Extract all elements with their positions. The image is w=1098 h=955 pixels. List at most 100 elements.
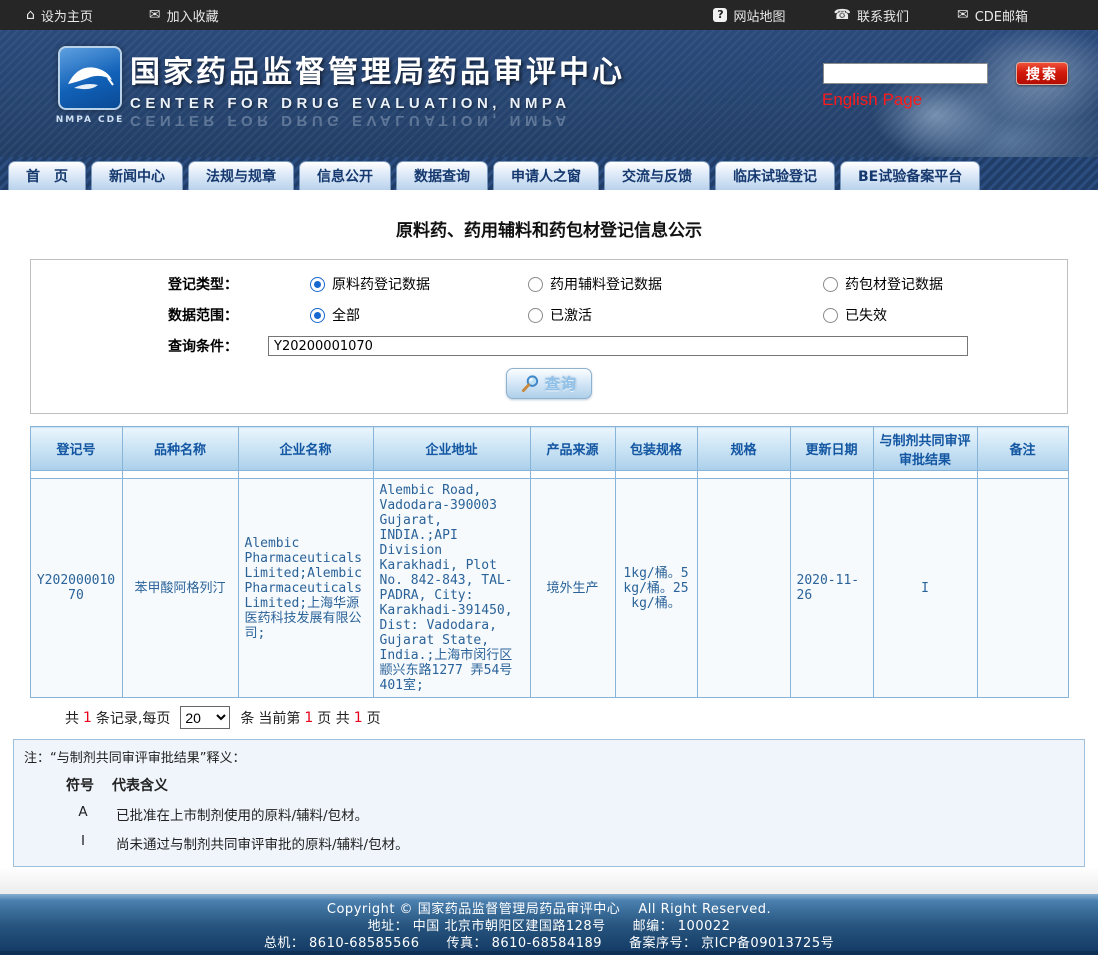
nav-tab-be-trial-platform[interactable]: BE试验备案平台 [840,161,980,190]
symbol-header: 符号 [66,775,94,795]
table-spacer-row [30,471,1068,479]
nav-tab-news[interactable]: 新闻中心 [91,161,183,190]
radio-option-excipient-data[interactable]: 药用辅料登记数据 [528,274,823,294]
legend-notes-box: 注：“与制剂共同审评审批结果”释义： 符号 代表含义 A 已批准在上市制剂使用的… [13,739,1085,867]
radio-selected-icon[interactable] [310,308,325,323]
radio-excipient-label: 药用辅料登记数据 [550,274,662,294]
topbar-right-group: ? 网站地图 ☎ 联系我们 ✉ CDE邮箱 [713,6,1098,25]
site-title-reflection: CENTER FOR DRUG EVALUATION, NMPA [130,113,625,129]
query-button-row: 查询 [31,368,1067,399]
swan-swoosh-icon [64,58,116,98]
sitemap-label: 网站地图 [733,6,785,25]
cde-mail-link[interactable]: ✉ CDE邮箱 [957,6,1028,25]
question-mark-icon: ? [713,8,727,22]
footer-copyright: Copyright © 国家药品监督管理局药品审评中心 All Right Re… [0,901,1098,918]
col-spec: 规格 [697,427,790,471]
registration-type-row: 登记类型： 原料药登记数据 药用辅料登记数据 药包材登记数据 [31,274,1067,294]
nmpa-cde-logo: NMPA CDE [55,46,125,125]
top-utility-bar: ⌂ 设为主页 ✉ 加入收藏 ? 网站地图 ☎ 联系我们 ✉ CDE邮箱 [0,0,1098,30]
nav-tab-home[interactable]: 首 页 [8,161,86,190]
pagination-total-prefix: 共 [65,708,79,728]
add-favorite-label: 加入收藏 [167,6,219,25]
data-range-label: 数据范围： [31,305,238,325]
meaning-header: 代表含义 [112,775,168,795]
cell-update-date: 2020-11-26 [790,479,873,698]
radio-unselected-icon[interactable] [823,277,838,292]
main-content: 原料药、药用辅料和药包材登记信息公示 登记类型： 原料药登记数据 药用辅料登记数… [0,190,1098,894]
contact-us-link[interactable]: ☎ 联系我们 [833,6,908,25]
sitemap-link[interactable]: ? 网站地图 [713,6,785,25]
radio-option-activated[interactable]: 已激活 [528,305,823,325]
cde-mail-label: CDE邮箱 [975,6,1028,25]
note-meaning-i: 尚未通过与制剂共同审评审批的原料/辅料/包材。 [116,833,409,853]
nav-tab-data-query[interactable]: 数据查询 [396,161,488,190]
col-product-name: 品种名称 [122,427,238,471]
radio-selected-icon[interactable] [310,277,325,292]
col-reg-no: 登记号 [30,427,122,471]
cell-review-result: I [873,479,977,698]
col-company-name: 企业名称 [238,427,373,471]
table-header-row: 登记号 品种名称 企业名称 企业地址 产品来源 包装规格 规格 更新日期 与制剂… [30,427,1068,471]
envelope-icon: ✉ [149,8,161,22]
note-symbol-i: I [66,833,100,853]
footer-address: 地址： 中国 北京市朝阳区建国路128号 邮编： 100022 [0,918,1098,935]
nav-tab-applicant-window[interactable]: 申请人之窗 [493,161,599,190]
col-review-result: 与制剂共同审评审批结果 [873,427,977,471]
radio-all-label: 全部 [332,305,360,325]
radio-option-api-data[interactable]: 原料药登记数据 [310,274,528,294]
radio-unselected-icon[interactable] [528,277,543,292]
site-title-english: CENTER FOR DRUG EVALUATION, NMPA [130,95,625,112]
header-search-button[interactable]: 搜索 [1016,62,1068,85]
site-title-chinese: 国家药品监督管理局药品审评中心 [130,47,625,91]
content-footer-gap [0,867,1098,894]
logo-emblem-icon [58,46,122,110]
header-search-input[interactable] [823,63,988,84]
cell-spec [697,479,790,698]
radio-option-expired[interactable]: 已失效 [823,305,887,325]
query-button[interactable]: 查询 [506,368,592,399]
radio-option-all[interactable]: 全部 [310,305,528,325]
notes-title: 注：“与制剂共同审评审批结果”释义： [24,747,1074,766]
nav-tab-clinical-trial-registry[interactable]: 临床试验登记 [715,161,835,190]
registration-type-label: 登记类型： [31,274,238,294]
query-condition-input[interactable] [268,336,968,356]
note-symbol-a: A [66,804,100,824]
notes-column-headers: 符号 代表含义 [24,775,1074,795]
set-homepage-label: 设为主页 [41,6,93,25]
nav-tab-feedback[interactable]: 交流与反馈 [604,161,710,190]
pagination-records-suffix: 条记录,每页 [96,708,170,728]
contact-us-label: 联系我们 [857,6,909,25]
col-remark: 备注 [977,427,1068,471]
cell-remark [977,479,1068,698]
results-table: 登记号 品种名称 企业名称 企业地址 产品来源 包装规格 规格 更新日期 与制剂… [30,426,1069,698]
total-page-number: 1 [354,710,363,726]
query-button-label: 查询 [545,373,577,394]
topbar-left-group: ⌂ 设为主页 ✉ 加入收藏 [0,6,219,25]
english-page-link[interactable]: English Page [822,90,922,110]
radio-activated-label: 已激活 [550,305,592,325]
radio-option-packaging-data[interactable]: 药包材登记数据 [823,274,943,294]
main-navigation: 首 页 新闻中心 法规与规章 信息公开 数据查询 申请人之窗 交流与反馈 临床试… [0,157,1098,190]
note-row-i: I 尚未通过与制剂共同审评审批的原料/辅料/包材。 [24,833,1074,853]
col-update-date: 更新日期 [790,427,873,471]
nav-tab-regulations[interactable]: 法规与规章 [188,161,294,190]
radio-unselected-icon[interactable] [528,308,543,323]
cell-product-name: 苯甲酸阿格列汀 [122,479,238,698]
logo-caption: NMPA CDE [55,115,125,125]
page-size-select[interactable]: 20 [180,706,230,729]
page-title: 原料药、药用辅料和药包材登记信息公示 [0,216,1098,241]
query-condition-row: 查询条件： [31,336,1067,356]
radio-unselected-icon[interactable] [823,308,838,323]
nav-tab-info-disclosure[interactable]: 信息公开 [299,161,391,190]
col-packaging: 包装规格 [615,427,697,471]
phone-icon: ☎ [833,8,850,22]
add-favorite-link[interactable]: ✉ 加入收藏 [149,6,219,25]
query-condition-label: 查询条件： [31,336,238,356]
radio-expired-label: 已失效 [845,305,887,325]
pagination-unit: 条 [240,708,254,728]
mail-icon: ✉ [957,8,969,22]
set-homepage-link[interactable]: ⌂ 设为主页 [26,6,93,25]
current-page-number: 1 [304,710,313,726]
site-footer: Copyright © 国家药品监督管理局药品审评中心 All Right Re… [0,894,1098,955]
site-header: NMPA CDE 国家药品监督管理局药品审评中心 CENTER FOR DRUG… [0,30,1098,157]
